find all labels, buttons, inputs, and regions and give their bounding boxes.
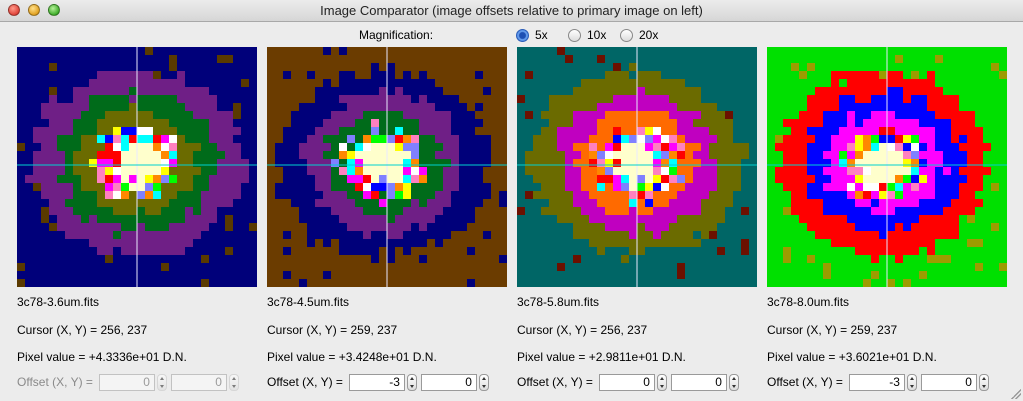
radio-20x[interactable]: 20x: [620, 28, 658, 42]
filename-label: 3c78-5.8um.fits: [517, 295, 600, 309]
offset-x-stepper: [156, 373, 167, 391]
image-panel: 3c78-5.8um.fits Cursor (X, Y) = 256, 237…: [517, 47, 757, 391]
offset-x-field: 0: [98, 373, 155, 391]
cursor-readout: Cursor (X, Y) = 256, 237: [517, 323, 648, 337]
filename-label: 3c78-3.6um.fits: [17, 295, 100, 309]
offset-row: Offset (X, Y) = 0 0: [517, 372, 743, 392]
image-view[interactable]: [517, 47, 757, 287]
pixel-image[interactable]: [267, 47, 507, 287]
cursor-readout: Cursor (X, Y) = 259, 237: [767, 323, 898, 337]
offset-x-field[interactable]: -3: [348, 373, 405, 391]
pixel-value-readout: Pixel value = +3.6021e+01 D.N.: [767, 350, 937, 364]
offset-x-stepper[interactable]: [656, 373, 667, 391]
offset-y-stepper[interactable]: [478, 373, 489, 391]
cursor-readout: Cursor (X, Y) = 259, 237: [267, 323, 398, 337]
offset-y-stepper[interactable]: [728, 373, 739, 391]
pixel-value-readout: Pixel value = +2.9811e+01 D.N.: [517, 350, 686, 364]
pixel-image[interactable]: [517, 47, 757, 287]
pixel-value-readout: Pixel value = +4.3336e+01 D.N.: [17, 350, 187, 364]
radio-5x[interactable]: 5x: [516, 28, 548, 42]
radio-10x-label: 10x: [587, 28, 607, 42]
pixel-image[interactable]: [17, 47, 257, 287]
offset-y-stepper: [228, 373, 239, 391]
image-view[interactable]: [267, 47, 507, 287]
offset-y-field: 0: [170, 373, 227, 391]
image-panel: 3c78-8.0um.fits Cursor (X, Y) = 259, 237…: [767, 47, 1007, 391]
offset-row: Offset (X, Y) = 0 0: [17, 372, 243, 392]
radio-20x-label: 20x: [639, 28, 659, 42]
image-view[interactable]: [17, 47, 257, 287]
title-bar: Image Comparator (image offsets relative…: [0, 0, 1023, 22]
image-view[interactable]: [767, 47, 1007, 287]
magnification-label: Magnification:: [359, 28, 434, 42]
offset-label: Offset (X, Y) =: [17, 375, 93, 389]
offset-y-field[interactable]: 0: [670, 373, 727, 391]
offset-x-stepper[interactable]: [406, 373, 417, 391]
image-panel: 3c78-4.5um.fits Cursor (X, Y) = 259, 237…: [267, 47, 507, 391]
offset-label: Offset (X, Y) =: [267, 375, 343, 389]
image-panel: 3c78-3.6um.fits Cursor (X, Y) = 256, 237…: [17, 47, 257, 391]
offset-label: Offset (X, Y) =: [767, 375, 843, 389]
offset-x-field[interactable]: -3: [848, 373, 905, 391]
offset-y-field[interactable]: 0: [920, 373, 977, 391]
pixel-value-readout: Pixel value = +3.4248e+01 D.N.: [267, 350, 437, 364]
filename-label: 3c78-4.5um.fits: [267, 295, 350, 309]
offset-x-stepper[interactable]: [906, 373, 917, 391]
offset-label: Offset (X, Y) =: [517, 375, 593, 389]
offset-row: Offset (X, Y) = -3 0: [267, 372, 493, 392]
radio-unselected-icon[interactable]: [568, 28, 581, 42]
radio-10x[interactable]: 10x: [568, 28, 606, 42]
offset-x-field[interactable]: 0: [598, 373, 655, 391]
offset-y-stepper[interactable]: [978, 373, 989, 391]
offset-y-field[interactable]: 0: [420, 373, 477, 391]
pixel-image[interactable]: [767, 47, 1007, 287]
offset-row: Offset (X, Y) = -3 0: [767, 372, 993, 392]
cursor-readout: Cursor (X, Y) = 256, 237: [17, 323, 148, 337]
filename-label: 3c78-8.0um.fits: [767, 295, 850, 309]
radio-selected-icon[interactable]: [516, 28, 529, 42]
resize-grip-icon[interactable]: [1011, 389, 1021, 399]
radio-5x-label: 5x: [535, 28, 548, 42]
radio-unselected-icon[interactable]: [620, 28, 633, 42]
magnification-bar: Magnification: 5x 10x 20x: [0, 28, 1023, 44]
window-title: Image Comparator (image offsets relative…: [320, 3, 703, 18]
